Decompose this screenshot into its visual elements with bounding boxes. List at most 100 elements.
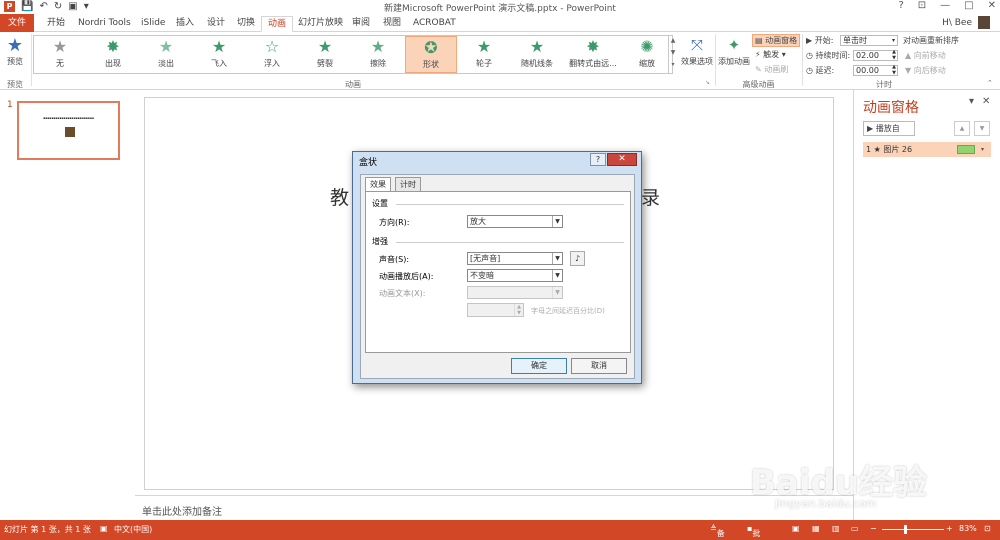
animation-random-bars[interactable]: ★ 随机线条 <box>511 36 563 73</box>
delay-label: ◷ 延迟: <box>806 66 835 75</box>
move-earlier-button[interactable]: ▲ 向前移动 <box>905 50 946 61</box>
tab-home[interactable]: 开始 <box>41 16 71 32</box>
tab-nordri-tools[interactable]: Nordri Tools <box>72 16 137 32</box>
notes-toggle[interactable]: ≜ 备注 <box>710 524 725 538</box>
delay-percent-spinner[interactable]: ▲ ▼ <box>467 303 524 317</box>
tab-review[interactable]: 审阅 <box>346 16 376 32</box>
effect-options-button[interactable]: ⤧ 效果选项 <box>680 34 714 67</box>
preview-group-label: 预览 <box>7 80 23 89</box>
preview-button[interactable]: ★ 预览 <box>2 36 28 67</box>
move-down-button[interactable]: ▼ <box>974 121 990 136</box>
comments-toggle[interactable]: ▪ 批注 <box>747 524 760 538</box>
normal-view-icon[interactable]: ▣ <box>792 524 800 533</box>
language[interactable]: 中文(中国) <box>114 524 152 535</box>
close-pane-icon[interactable]: ✕ <box>982 96 990 107</box>
animation-none[interactable]: ★ 无 <box>34 36 86 73</box>
direction-select[interactable]: 放大 ▼ <box>467 215 563 228</box>
help-icon[interactable]: ? <box>590 153 606 166</box>
animation-pane-button[interactable]: ▤ 动画窗格 <box>752 34 801 47</box>
clock-icon: ◷ <box>806 51 816 60</box>
cancel-button[interactable]: 取消 <box>571 358 627 374</box>
slide-sorter-icon[interactable]: ▦ <box>812 524 820 533</box>
slide-thumbnail[interactable]: ▪▪▪▪▪▪▪▪▪▪▪▪▪▪▪▪▪▪▪▪▪▪▪▪▪ <box>17 101 120 160</box>
zoom-slider-thumb[interactable] <box>904 525 907 534</box>
chevron-down-icon: ▼ <box>552 216 562 227</box>
duration-input[interactable]: 02.00 ▲ ▼ <box>853 49 898 61</box>
preview-star-icon: ★ <box>6 35 24 56</box>
tab-acrobat[interactable]: ACROBAT <box>407 16 462 32</box>
tab-design[interactable]: 设计 <box>201 16 231 32</box>
slide-title-left[interactable]: 教 <box>330 183 349 210</box>
move-later-button[interactable]: ▼ 向后移动 <box>905 65 946 76</box>
animation-list-item[interactable]: 1 ★ 图片 26 ▾ <box>863 142 991 157</box>
maximize-button[interactable]: □ <box>964 0 973 11</box>
ok-button[interactable]: 确定 <box>511 358 567 374</box>
play-icon: ▶ <box>867 124 876 133</box>
collapse-ribbon-icon[interactable]: ⌃ <box>987 79 993 87</box>
tab-transitions[interactable]: 切换 <box>231 16 261 32</box>
pane-options-icon[interactable]: ▾ <box>969 96 974 107</box>
tab-insert[interactable]: 插入 <box>170 16 200 32</box>
zoom-in-button[interactable]: + <box>946 524 953 533</box>
tab-effect[interactable]: 效果 <box>365 177 391 192</box>
close-button[interactable]: ✕ <box>988 0 996 11</box>
tab-islide[interactable]: iSlide <box>135 16 171 32</box>
trigger-button[interactable]: ⚡ 触发 ▾ <box>755 49 786 60</box>
animation-shape[interactable]: ✪ 形状 <box>405 36 457 73</box>
ribbon-display-icon[interactable]: ⊡ <box>918 0 926 11</box>
add-animation-icon: ✦ <box>727 36 741 54</box>
animation-appear[interactable]: ✸ 出现 <box>87 36 139 73</box>
user-account[interactable]: H\ Bee <box>942 16 990 29</box>
after-animation-select[interactable]: 不变暗 ▼ <box>467 269 563 282</box>
spellcheck-icon[interactable]: ▣ <box>100 524 108 533</box>
tab-view[interactable]: 视图 <box>377 16 407 32</box>
animation-painter-button[interactable]: ✎ 动画刷 <box>755 64 788 75</box>
start-select[interactable]: 单击时 ▾ <box>840 35 898 46</box>
animation-wipe[interactable]: ★ 擦除 <box>352 36 404 73</box>
speaker-icon[interactable]: ♪ <box>570 251 585 266</box>
animation-zoom[interactable]: ✺ 缩放 <box>623 36 671 73</box>
animate-text-label: 动画文本(X): <box>379 289 426 298</box>
animation-split[interactable]: ★ 劈裂 <box>299 36 351 73</box>
status-bar: 幻灯片 第 1 张，共 1 张 ▣ 中文(中国) ≜ 备注 ▪ 批注 ▣ ▦ ▥… <box>0 520 1000 540</box>
reading-view-icon[interactable]: ▥ <box>832 524 840 533</box>
slideshow-icon[interactable]: ▭ <box>851 524 859 533</box>
tab-file[interactable]: 文件 <box>0 14 34 32</box>
animate-text-select[interactable]: ▼ <box>467 286 563 299</box>
zoom-out-button[interactable]: − <box>870 524 877 533</box>
star-icon: ★ <box>211 37 227 56</box>
avatar <box>978 16 990 29</box>
zoom-slider[interactable] <box>882 529 944 530</box>
gallery-scroll[interactable]: ▲ ▼ ▾ <box>668 35 677 74</box>
notes-pane[interactable]: 单击此处添加备注 <box>135 495 853 520</box>
move-up-button[interactable]: ▲ <box>954 121 970 136</box>
slide-title-right[interactable]: 录 <box>641 183 660 210</box>
dialog-launcher-icon[interactable]: ↘ <box>705 79 710 86</box>
chevron-down-icon[interactable]: ▾ <box>981 142 984 157</box>
tab-slideshow[interactable]: 幻灯片放映 <box>292 16 349 32</box>
animation-grow-turn[interactable]: ✸ 翻转式由远... <box>564 36 622 73</box>
star-icon: ★ <box>158 37 174 56</box>
minimize-button[interactable]: — <box>940 0 950 11</box>
timing-group-label: 计时 <box>876 80 892 89</box>
add-animation-button[interactable]: ✦ 添加动画 <box>716 34 752 67</box>
animation-group-label: 动画 <box>345 80 361 89</box>
divider <box>396 242 624 243</box>
thumbnail-title-line: ▪▪▪▪▪▪▪▪▪▪▪▪▪▪▪▪▪▪▪▪▪▪▪▪▪ <box>43 116 94 120</box>
zoom-level[interactable]: 83% <box>959 524 977 533</box>
fit-slide-icon[interactable]: ⊡ <box>984 524 991 533</box>
dialog-title: 盒状 <box>359 158 378 168</box>
reorder-title: 对动画重新排序 <box>903 36 959 45</box>
tab-animations[interactable]: 动画 <box>261 16 294 32</box>
lightning-icon: ⚡ <box>755 50 764 59</box>
play-from-button[interactable]: ▶ 播放自 <box>863 121 915 136</box>
tab-timing[interactable]: 计时 <box>395 177 421 192</box>
animation-float-in[interactable]: ☆ 浮入 <box>246 36 298 73</box>
sound-select[interactable]: [无声音] ▼ <box>467 252 563 265</box>
animation-fade[interactable]: ★ 淡出 <box>140 36 192 73</box>
animation-wheel[interactable]: ★ 轮子 <box>458 36 510 73</box>
animation-fly-in[interactable]: ★ 飞入 <box>193 36 245 73</box>
delay-input[interactable]: 00.00 ▲ ▼ <box>853 64 898 76</box>
help-icon[interactable]: ? <box>898 0 903 11</box>
dialog-close-button[interactable]: ✕ <box>607 153 637 166</box>
